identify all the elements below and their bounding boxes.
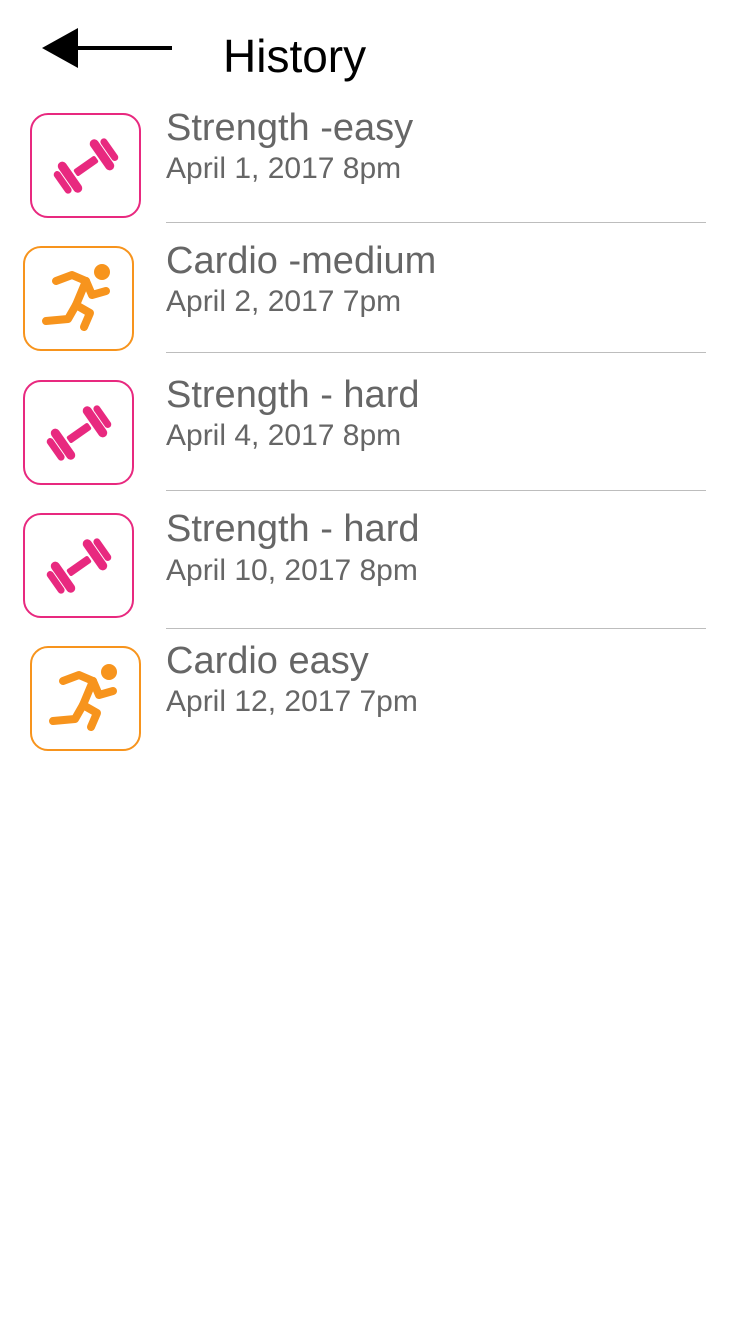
item-title: Cardio easy bbox=[166, 640, 369, 682]
item-title: Cardio -medium bbox=[166, 240, 437, 282]
cardio-icon-box bbox=[30, 646, 141, 751]
item-date: April 1, 2017 8pm bbox=[166, 152, 402, 185]
cardio-icon-box bbox=[23, 246, 134, 351]
arrow-left-icon bbox=[42, 28, 172, 68]
divider bbox=[166, 628, 706, 629]
item-date: April 2, 2017 7pm bbox=[166, 285, 402, 318]
dumbbell-icon bbox=[46, 537, 111, 594]
dumbbell-icon bbox=[46, 404, 111, 461]
item-date: April 10, 2017 8pm bbox=[166, 554, 418, 587]
strength-icon-box bbox=[23, 380, 134, 485]
item-date: April 12, 2017 7pm bbox=[166, 685, 418, 718]
runner-icon bbox=[41, 263, 110, 331]
item-title: Strength -easy bbox=[166, 107, 414, 149]
strength-icon-box bbox=[23, 513, 134, 618]
divider bbox=[166, 352, 706, 353]
runner-icon bbox=[48, 663, 117, 731]
strength-icon-box bbox=[30, 113, 141, 218]
item-title: Strength - hard bbox=[166, 374, 420, 416]
item-date: April 4, 2017 8pm bbox=[166, 419, 402, 452]
back-button[interactable] bbox=[36, 22, 180, 74]
dumbbell-icon bbox=[53, 137, 118, 194]
item-title: Strength - hard bbox=[166, 508, 420, 550]
page-title: History bbox=[223, 30, 367, 82]
divider bbox=[166, 490, 706, 491]
divider bbox=[166, 222, 706, 223]
header: History bbox=[0, 0, 750, 100]
